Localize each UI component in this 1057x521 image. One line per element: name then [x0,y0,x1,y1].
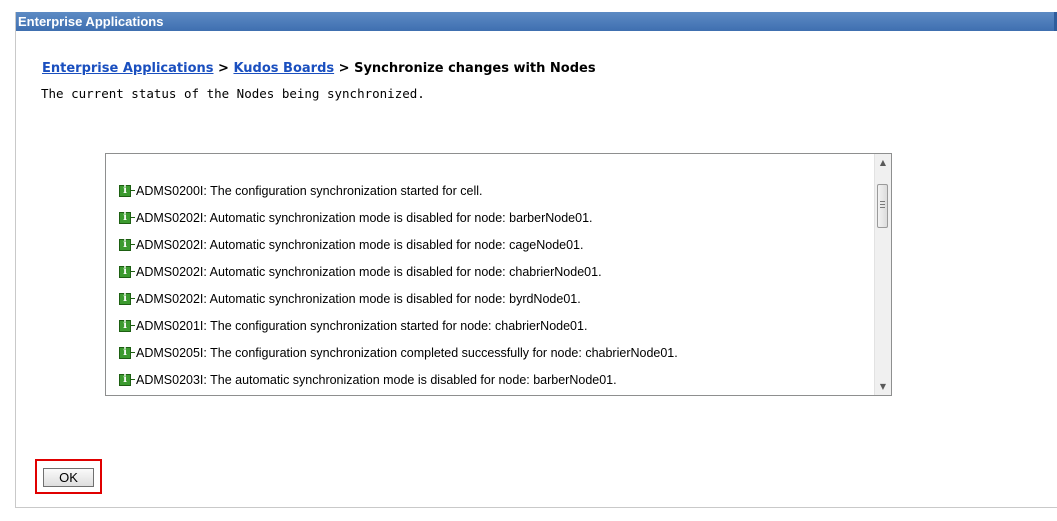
info-icon [119,184,135,198]
ok-button[interactable]: OK [43,468,94,487]
log-message: ADMS0202I: Automatic synchronization mod… [119,258,861,285]
breadcrumb-current-page: Synchronize changes with Nodes [354,61,596,76]
log-message-text: ADMS0202I: Automatic synchronization mod… [136,291,581,306]
log-message-text: ADMS0200I: The configuration synchroniza… [136,183,483,198]
breadcrumb: Enterprise Applications > Kudos Boards >… [42,61,596,76]
panel-title-bar: Enterprise Applications [16,12,1057,31]
log-message-list: ADMS0200I: The configuration synchroniza… [119,177,861,393]
info-icon [119,346,135,360]
breadcrumb-link-kudos-boards[interactable]: Kudos Boards [233,61,334,76]
page-description: The current status of the Nodes being sy… [41,86,425,101]
log-message-text: ADMS0202I: Automatic synchronization mod… [136,210,593,225]
info-icon [119,373,135,387]
breadcrumb-separator: > [213,61,234,76]
log-scrollbar[interactable]: ▲ ▼ [874,154,891,395]
ok-button-highlight: OK [35,459,102,494]
log-message-text: ADMS0203I: The automatic synchronization… [136,372,617,387]
log-message: ADMS0200I: The configuration synchroniza… [119,177,861,204]
log-message-text: ADMS0205I: The configuration synchroniza… [136,345,678,360]
grip-line-icon [880,204,885,205]
panel-title: Enterprise Applications [18,14,164,29]
sync-status-log[interactable]: ADMS0200I: The configuration synchroniza… [105,153,892,396]
enterprise-applications-panel: Enterprise Applications Enterprise Appli… [15,12,1057,508]
log-message-text: ADMS0201I: The configuration synchroniza… [136,318,588,333]
log-message: ADMS0201I: The configuration synchroniza… [119,312,861,339]
scrollbar-thumb[interactable] [877,184,888,228]
breadcrumb-link-enterprise-applications[interactable]: Enterprise Applications [42,61,214,76]
info-icon [119,292,135,306]
info-icon [119,265,135,279]
log-message: ADMS0202I: Automatic synchronization mod… [119,285,861,312]
info-icon [119,319,135,333]
log-message: ADMS0202I: Automatic synchronization mod… [119,204,861,231]
breadcrumb-separator: > [334,61,355,76]
log-message: ADMS0205I: The configuration synchroniza… [119,339,861,366]
log-message-text: ADMS0202I: Automatic synchronization mod… [136,264,602,279]
log-message-text: ADMS0202I: Automatic synchronization mod… [136,237,584,252]
grip-line-icon [880,207,885,208]
info-icon [119,238,135,252]
grip-line-icon [880,201,885,202]
log-message: ADMS0203I: The automatic synchronization… [119,366,861,393]
info-icon [119,211,135,225]
log-message: ADMS0202I: Automatic synchronization mod… [119,231,861,258]
scroll-down-arrow-icon[interactable]: ▼ [875,378,891,395]
scroll-up-arrow-icon[interactable]: ▲ [875,154,891,171]
